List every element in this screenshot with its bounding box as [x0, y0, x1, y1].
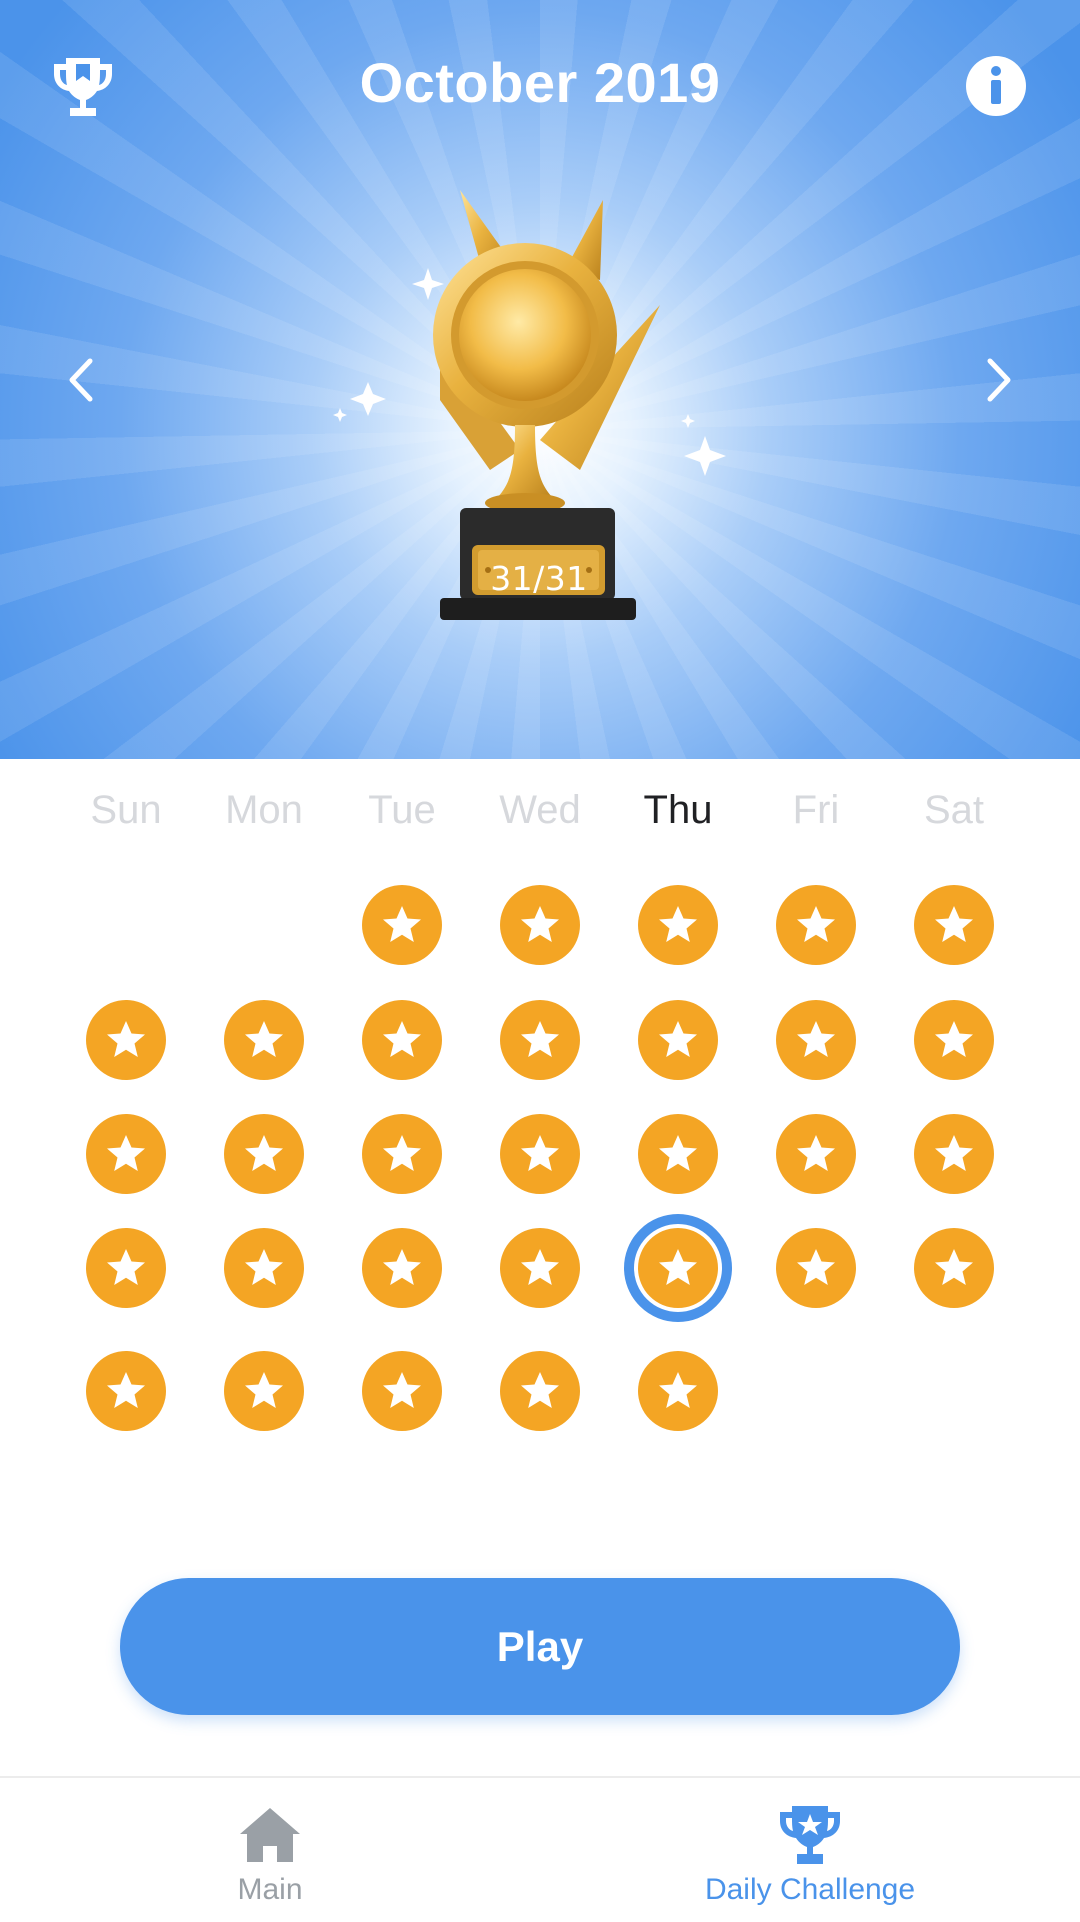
star-icon [383, 906, 421, 942]
calendar-day[interactable] [500, 1114, 580, 1194]
calendar-day[interactable] [638, 1351, 718, 1431]
calendar-day[interactable] [86, 1000, 166, 1080]
tab-main[interactable]: Main [0, 1778, 540, 1922]
calendar-day[interactable] [224, 1000, 304, 1080]
weekday-tue: Tue [368, 788, 436, 832]
calendar-day[interactable] [224, 1351, 304, 1431]
calendar-day[interactable] [362, 1000, 442, 1080]
weekday-sun: Sun [90, 788, 162, 832]
star-icon [245, 1372, 283, 1408]
tab-daily-challenge-label: Daily Challenge [704, 1873, 916, 1906]
star-icon [383, 1249, 421, 1285]
weekday-sat: Sat [923, 788, 985, 832]
home-icon [240, 1808, 300, 1862]
star-icon [383, 1372, 421, 1408]
star-icon [107, 1135, 145, 1171]
calendar-day[interactable] [914, 1114, 994, 1194]
trophy-icon [54, 58, 112, 116]
star-icon [245, 1021, 283, 1057]
calendar-day[interactable] [914, 1228, 994, 1308]
star-icon [659, 1372, 697, 1408]
calendar-day[interactable] [500, 1228, 580, 1308]
trophies-button[interactable] [52, 54, 114, 120]
star-icon [659, 1135, 697, 1171]
info-button[interactable] [965, 55, 1027, 117]
star-icon [107, 1372, 145, 1408]
star-icon [383, 1135, 421, 1171]
play-button[interactable]: Play [120, 1578, 960, 1715]
weekday-header: Sun Mon Tue Wed Thu Fri Sat [0, 788, 1080, 838]
calendar-day[interactable] [914, 885, 994, 965]
tab-daily-challenge[interactable]: Daily Challenge [540, 1778, 1080, 1922]
star-icon [935, 1249, 973, 1285]
calendar-day-today[interactable] [638, 1228, 718, 1308]
calendar-day[interactable] [362, 1114, 442, 1194]
calendar-day[interactable] [776, 1000, 856, 1080]
calendar-day[interactable] [86, 1228, 166, 1308]
trophy-progress-label: 31/31 [490, 559, 588, 598]
star-icon [659, 906, 697, 942]
page-title: October 2019 [359, 51, 721, 114]
previous-month-button[interactable] [58, 355, 104, 405]
star-icon [521, 1372, 559, 1408]
star-icon [521, 906, 559, 942]
calendar-day[interactable] [362, 885, 442, 965]
weekday-mon: Mon [225, 788, 303, 832]
calendar-day[interactable] [776, 1228, 856, 1308]
calendar-day[interactable] [86, 1351, 166, 1431]
star-icon [659, 1249, 697, 1285]
star-icon [797, 906, 835, 942]
star-icon [521, 1135, 559, 1171]
star-icon [107, 1249, 145, 1285]
calendar-day[interactable] [500, 1000, 580, 1080]
star-icon [107, 1021, 145, 1057]
weekday-thu: Thu [643, 788, 713, 832]
calendar-day[interactable] [638, 1114, 718, 1194]
calendar-day[interactable] [500, 1351, 580, 1431]
calendar-day[interactable] [500, 885, 580, 965]
calendar-day[interactable] [86, 1114, 166, 1194]
trophy-banner: October 2019 31/31 [0, 0, 1080, 759]
star-icon [659, 1021, 697, 1057]
calendar-day[interactable] [362, 1228, 442, 1308]
calendar-day[interactable] [224, 1228, 304, 1308]
calendar-day[interactable] [776, 885, 856, 965]
star-icon [935, 1021, 973, 1057]
next-month-button[interactable] [976, 355, 1022, 405]
calendar-day[interactable] [638, 885, 718, 965]
weekday-fri: Fri [792, 788, 840, 832]
tab-main-label: Main [237, 1873, 303, 1906]
calendar-day[interactable] [362, 1351, 442, 1431]
star-icon [935, 906, 973, 942]
bottom-navigation: Main Daily Challenge [0, 1776, 1080, 1920]
calendar-day[interactable] [224, 1114, 304, 1194]
star-icon [935, 1135, 973, 1171]
star-icon [797, 1021, 835, 1057]
chevron-right-icon [987, 358, 1011, 402]
info-icon [966, 56, 1026, 116]
star-icon [521, 1021, 559, 1057]
calendar-day[interactable] [638, 1000, 718, 1080]
star-icon [797, 1135, 835, 1171]
star-icon [245, 1249, 283, 1285]
trophy-icon [780, 1806, 840, 1864]
star-icon [245, 1135, 283, 1171]
star-icon [521, 1249, 559, 1285]
weekday-wed: Wed [499, 788, 581, 832]
star-icon [383, 1021, 421, 1057]
chevron-left-icon [69, 358, 93, 402]
calendar-day[interactable] [776, 1114, 856, 1194]
calendar-day[interactable] [914, 1000, 994, 1080]
star-icon [797, 1249, 835, 1285]
